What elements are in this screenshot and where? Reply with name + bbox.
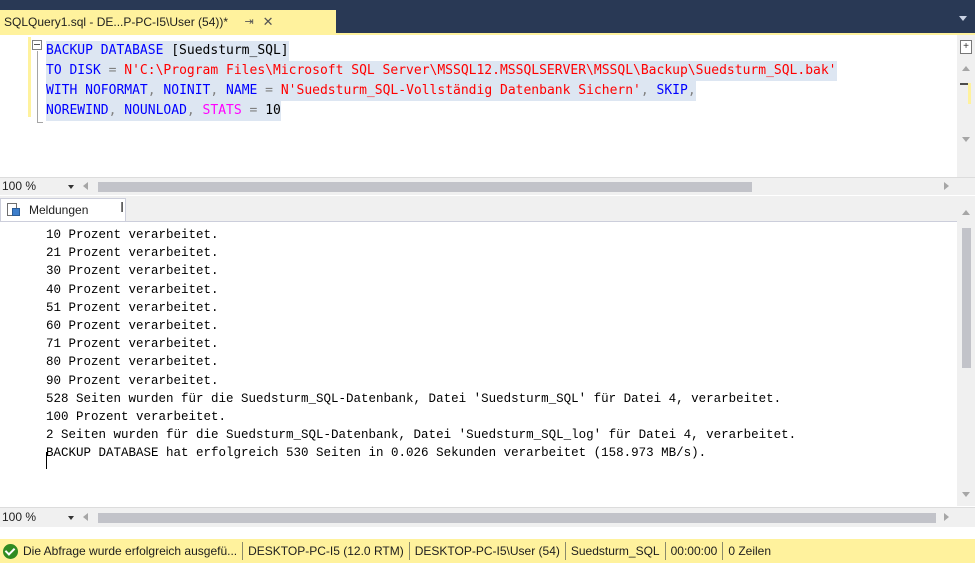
message-line: 2 Seiten wurden für die Suedsturm_SQL-Da… [46,428,797,443]
editor-vertical-scrollbar[interactable] [957,35,975,177]
message-line: 100 Prozent verarbeitet. [46,409,227,424]
message-line: 71 Prozent verarbeitet. [46,337,219,352]
scroll-left-icon[interactable] [83,182,88,190]
message-line: 10 Prozent verarbeitet. [46,228,219,242]
messages-scroll-left-icon[interactable] [83,513,88,521]
editor-change-marker [968,83,971,104]
document-tab-title: SQLQuery1.sql - DE...P-PC-I5\User (54))* [4,14,229,29]
message-line: BACKUP DATABASE hat erfolgreich 530 Seit… [46,446,707,461]
pin-icon[interactable]: ⇥ [242,15,256,28]
messages-list: 10 Prozent verarbeitet. 21 Prozent verar… [46,226,796,462]
message-line: 40 Prozent verarbeitet. [46,282,219,297]
messages-scroll-right-icon[interactable] [944,513,949,521]
results-tab-bar: Meldungen [0,196,975,221]
document-tab[interactable]: SQLQuery1.sql - DE...P-PC-I5\User (54))*… [0,10,336,33]
success-check-icon [3,543,18,559]
document-tab-bar: SQLQuery1.sql - DE...P-PC-I5\User (54))*… [0,10,975,33]
message-line: 528 Seiten wurden für die Suedsturm_SQL-… [46,391,782,406]
chevron-down-icon[interactable] [68,185,74,189]
tab-messages[interactable]: Meldungen [0,198,126,221]
messages-scroll-up-icon[interactable] [962,210,970,215]
message-line: 21 Prozent verarbeitet. [46,246,219,261]
message-line: 90 Prozent verarbeitet. [46,373,219,388]
status-database: Suedsturm_SQL [570,544,660,558]
split-icon[interactable]: + [960,40,972,54]
messages-pane[interactable]: 10 Prozent verarbeitet. 21 Prozent verar… [0,221,957,506]
messages-zoom-bar: 100 % [0,507,975,527]
message-line: 80 Prozent verarbeitet. [46,355,219,370]
status-elapsed: 00:00:00 [670,544,718,558]
scroll-up-icon[interactable] [962,66,970,71]
status-bar: Die Abfrage wurde erfolgreich ausgefü...… [0,539,975,563]
message-line: 60 Prozent verarbeitet. [46,318,219,333]
messages-icon [6,203,21,217]
text-caret [46,452,47,469]
code-line-3: WITH NOFORMAT, NOINIT, NAME = N'Suedstur… [0,81,957,101]
status-user: DESKTOP-PC-I5\User (54) [414,544,560,558]
zoom-value[interactable]: 100 % [2,179,36,193]
code-line-2: TO DISK = N'C:\Program Files\Microsoft S… [0,61,957,81]
messages-scroll-thumb[interactable] [962,228,971,368]
code-line-4: NOREWIND, NOUNLOAD, STATS = 10 [0,101,957,121]
status-rows: 0 Zeilen [728,544,772,558]
scroll-right-icon[interactable] [944,182,949,190]
code-lines: BACKUP DATABASE [Suedsturm_SQL] TO DISK … [0,41,957,121]
message-line: 30 Prozent verarbeitet. [46,264,219,279]
status-message: Die Abfrage wurde erfolgreich ausgefü... [23,544,238,558]
messages-chevron-down-icon[interactable] [68,516,74,520]
messages-horizontal-scroll-thumb[interactable] [98,513,936,523]
editor-horizontal-scroll-thumb[interactable] [98,182,752,192]
status-server: DESKTOP-PC-I5 (12.0 RTM) [248,544,404,558]
scroll-down-icon[interactable] [962,137,970,142]
window-top-strip [0,0,975,10]
close-icon[interactable]: ✕ [261,14,275,30]
ibeam-cursor-icon: I [120,199,125,216]
messages-scroll-down-icon[interactable] [962,492,970,497]
tab-messages-label: Meldungen [29,203,89,217]
editor-zoom-bar: 100 % [0,177,975,195]
tab-overflow-icon[interactable] [959,16,967,21]
message-line: 51 Prozent verarbeitet. [46,300,219,315]
query-editor[interactable]: BACKUP DATABASE [Suedsturm_SQL] TO DISK … [0,35,957,177]
code-line-1: BACKUP DATABASE [Suedsturm_SQL] [0,41,957,61]
messages-zoom-value[interactable]: 100 % [2,510,36,524]
